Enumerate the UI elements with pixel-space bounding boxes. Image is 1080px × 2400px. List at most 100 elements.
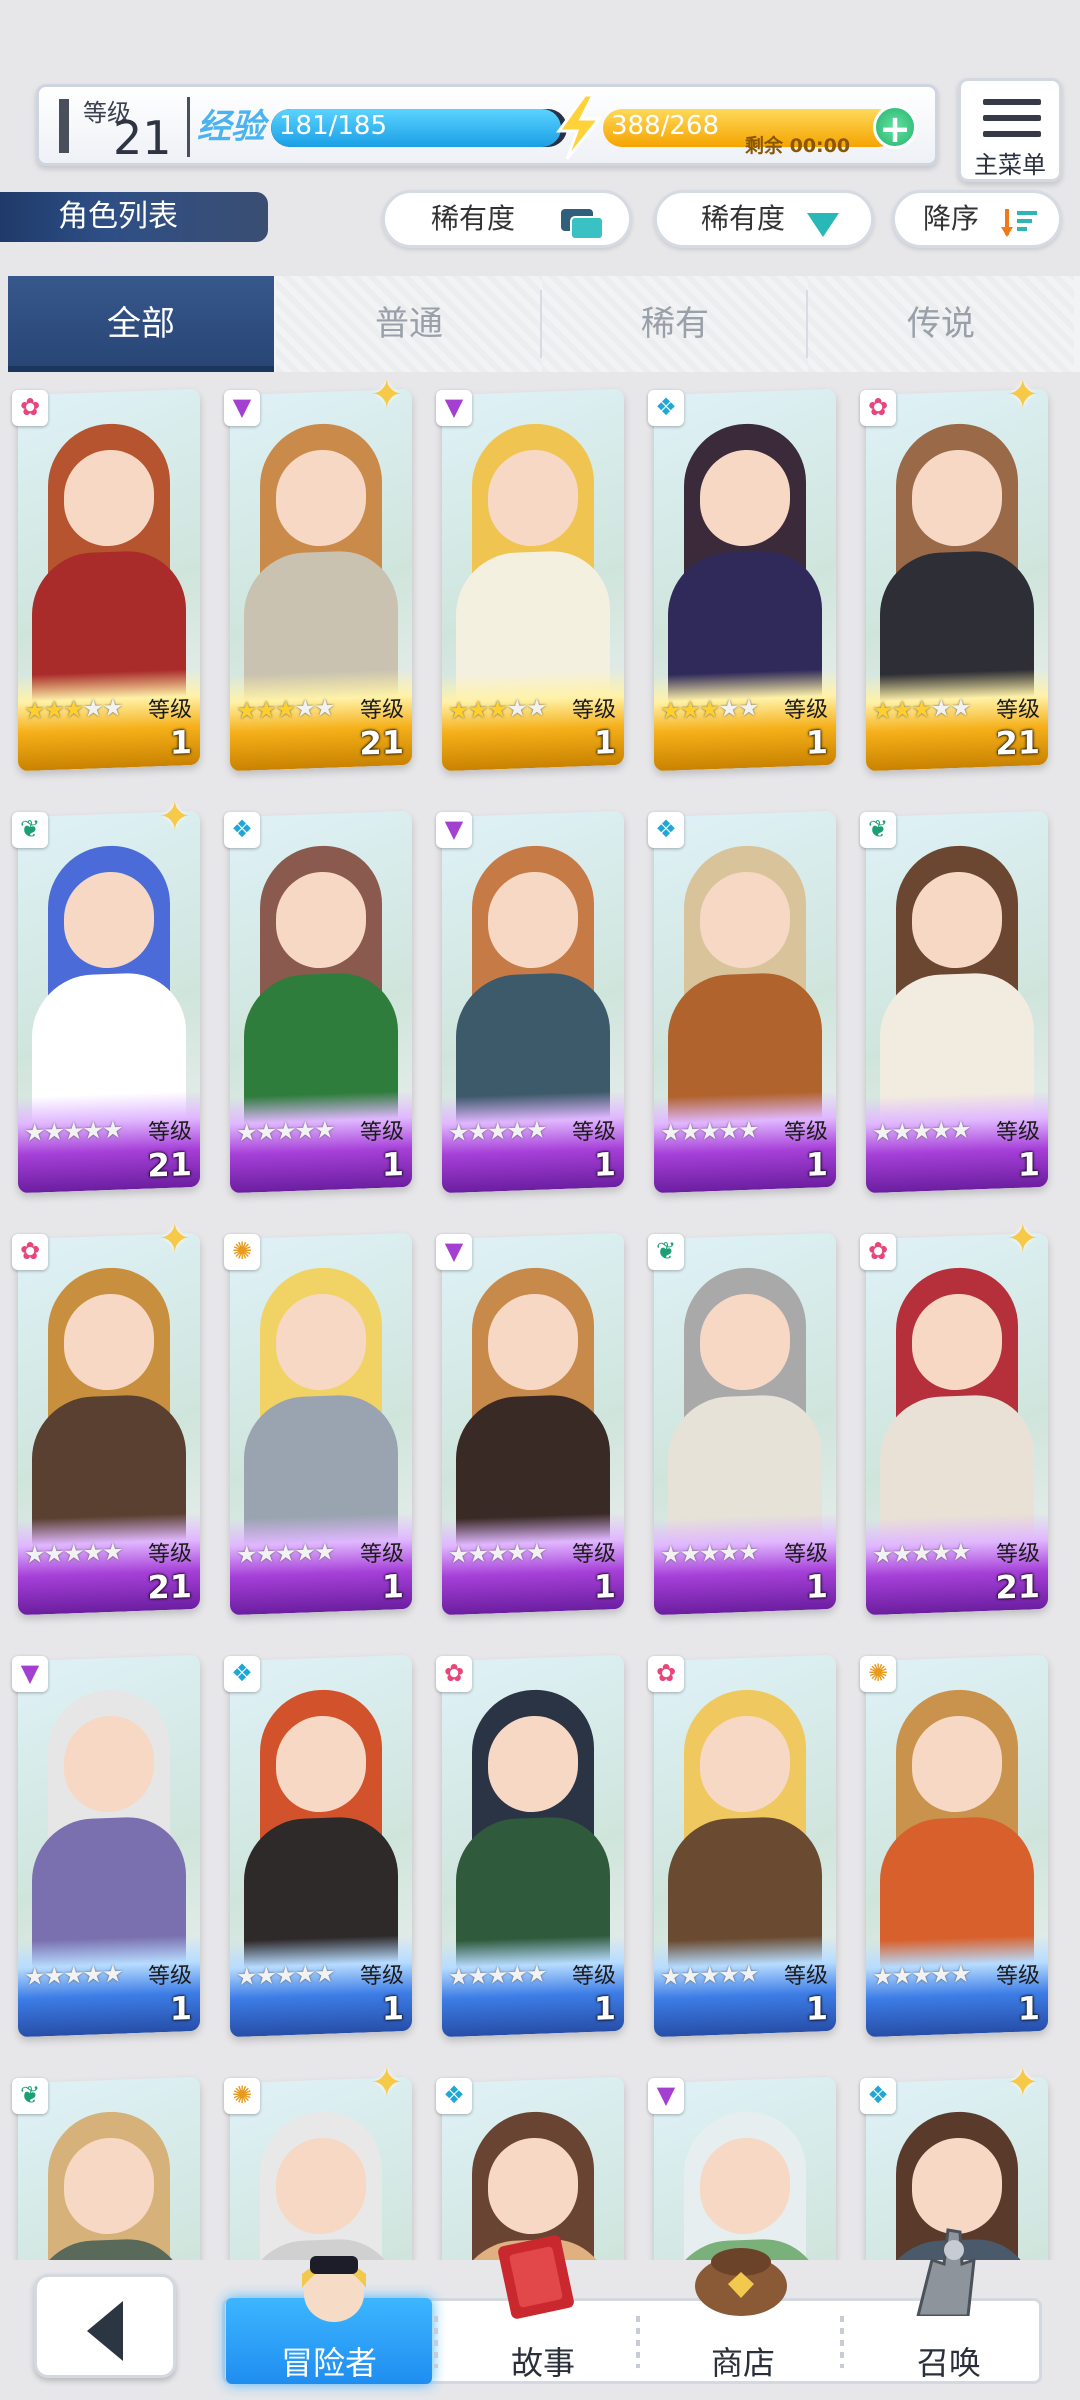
- star-icon: ★: [950, 1537, 970, 1567]
- star-icon: ★: [699, 1538, 719, 1568]
- star-icon: ★: [526, 1115, 546, 1145]
- card-level-value: 21: [147, 1567, 192, 1607]
- card-level-label: 等级: [995, 1963, 1040, 1990]
- tab-legendary[interactable]: 传说: [808, 276, 1074, 372]
- star-icon: ★: [718, 1960, 739, 1989]
- character-card[interactable]: ★★★★★ 等级 1: [230, 1654, 412, 2038]
- star-icon: ★: [255, 695, 276, 725]
- card-level-label: 等级: [571, 1963, 616, 1990]
- character-card[interactable]: ★★★★★ 等级 1: [230, 1232, 412, 1616]
- sort-order-button[interactable]: 降序: [892, 190, 1062, 248]
- star-icon: ★: [506, 1116, 527, 1145]
- star-icon: ★: [660, 1962, 680, 1991]
- character-card[interactable]: ★★★★★ 等级 1: [442, 1232, 624, 1616]
- star-icon: ★: [102, 693, 122, 723]
- star-icon: ★: [506, 694, 527, 723]
- card-level-label: 等级: [995, 1119, 1040, 1146]
- card-level-label: 等级: [147, 697, 192, 724]
- star-icon: ★: [63, 694, 83, 724]
- star-icon: ★: [448, 696, 468, 725]
- star-icon: ★: [448, 1962, 468, 1991]
- star-icon: ★: [660, 1540, 680, 1569]
- tab-rare[interactable]: 稀有: [542, 276, 808, 372]
- card-stars: ★★★★★: [24, 1538, 122, 1569]
- rarity-sort-button[interactable]: 稀有度: [654, 190, 874, 248]
- back-button[interactable]: [34, 2274, 176, 2378]
- diamond-element-icon: ❖: [648, 390, 684, 426]
- star-icon: ★: [738, 1115, 758, 1145]
- card-stars: ★★★★★: [236, 1116, 334, 1147]
- character-grid: ★★★★★ 等级 1 ✿ ★★★★★ 等级 21 ▼ ✦ ★★★★★ 等级 1 ▼ ★★★★★ 等级 1 ❖ ★★…: [0, 380, 1080, 2260]
- main-menu-button[interactable]: 主菜单: [958, 78, 1062, 182]
- card-level-value: 1: [805, 1145, 828, 1184]
- star-icon: ★: [718, 1116, 739, 1145]
- card-level-value: 1: [593, 1989, 616, 2028]
- character-card[interactable]: ★★★★★ 等级 1: [654, 810, 836, 1194]
- character-card[interactable]: ★★★★★ 等级 1: [230, 810, 412, 1194]
- star-icon: ★: [679, 1961, 700, 1991]
- star-icon: ★: [679, 695, 700, 725]
- leaf-element-icon: ❦: [12, 2078, 48, 2114]
- star-icon: ★: [467, 695, 488, 725]
- character-card[interactable]: ★★★★★ 等级 1: [442, 388, 624, 772]
- card-stars: ★★★★★: [872, 1538, 970, 1569]
- character-card[interactable]: ★★★★★ 等级 21: [866, 388, 1048, 772]
- character-card[interactable]: ★★★★★ 等级 21: [18, 810, 200, 1194]
- star-icon: ★: [448, 1118, 468, 1147]
- energy-value: 388/268: [611, 111, 720, 141]
- star-icon: ★: [43, 1961, 64, 1991]
- star-icon: ★: [314, 1115, 334, 1145]
- sun-element-icon: ✺: [224, 1234, 260, 1270]
- tab-all[interactable]: 全部: [8, 276, 274, 372]
- card-level-value: 1: [593, 1567, 616, 1606]
- triangle-element-icon: ▼: [648, 2078, 684, 2114]
- character-card[interactable]: ★★★★★ 等级 1: [18, 388, 200, 772]
- card-stars: ★★★★★: [448, 1538, 546, 1569]
- character-card[interactable]: ★★★★★ 等级 1: [866, 1654, 1048, 2038]
- triangle-down-icon: [807, 213, 839, 237]
- card-level-value: 1: [381, 1567, 404, 1606]
- flower-element-icon: ✿: [436, 1656, 472, 1692]
- card-level-value: 1: [1017, 1145, 1040, 1184]
- star-icon: ★: [63, 1538, 83, 1568]
- star-icon: ★: [526, 693, 546, 723]
- character-card[interactable]: ★★★★★ 等级 21: [230, 388, 412, 772]
- status-bar: 等级 21 经验 181/185 388/268 剩余 00:00 +: [36, 84, 938, 166]
- tab-common[interactable]: 普通: [276, 276, 542, 372]
- exp-label: 经验: [197, 107, 265, 147]
- character-card[interactable]: ★★★★★ 等级 21: [866, 1232, 1048, 1616]
- star-icon: ★: [891, 1961, 912, 1991]
- card-level-value: 1: [169, 1989, 192, 2028]
- star-icon: ★: [872, 1540, 892, 1569]
- triangle-element-icon: ▼: [12, 1656, 48, 1692]
- card-level-label: 等级: [995, 1541, 1040, 1568]
- card-stars: ★★★★★: [448, 1116, 546, 1147]
- star-icon: ★: [891, 1539, 912, 1569]
- flower-element-icon: ✿: [12, 1234, 48, 1270]
- character-card[interactable]: ★★★★★ 等级 1: [442, 810, 624, 1194]
- card-level-value: 21: [995, 723, 1040, 763]
- card-level-value: 1: [169, 723, 192, 762]
- character-card[interactable]: ★★★★★ 等级 1: [654, 388, 836, 772]
- character-card[interactable]: ★★★★★ 等级 1: [866, 810, 1048, 1194]
- character-card[interactable]: ★★★★★ 等级 1: [654, 1654, 836, 2038]
- character-card[interactable]: ★★★★★ 等级 1: [442, 1654, 624, 2038]
- card-level-label: 等级: [571, 1119, 616, 1146]
- triangle-element-icon: ▼: [436, 812, 472, 848]
- star-icon: ★: [82, 1538, 103, 1567]
- star-icon: ★: [102, 1537, 122, 1567]
- character-card[interactable]: ★★★★★ 等级 1: [654, 1232, 836, 1616]
- star-icon: ★: [314, 1537, 334, 1567]
- rarity-filter-button[interactable]: 稀有度: [382, 190, 632, 248]
- character-card[interactable]: ★★★★★ 等级 1: [18, 1654, 200, 2038]
- add-energy-button[interactable]: +: [873, 105, 917, 150]
- triangle-element-icon: ▼: [436, 390, 472, 426]
- star-icon: ★: [660, 1118, 680, 1147]
- leaf-element-icon: ❦: [648, 1234, 684, 1270]
- star-icon: ★: [63, 1116, 83, 1146]
- sparkle-icon: ✦: [158, 794, 192, 840]
- star-icon: ★: [24, 1962, 44, 1991]
- flower-element-icon: ✿: [12, 390, 48, 426]
- card-level-value: 1: [805, 1567, 828, 1606]
- character-card[interactable]: ★★★★★ 等级 21: [18, 1232, 200, 1616]
